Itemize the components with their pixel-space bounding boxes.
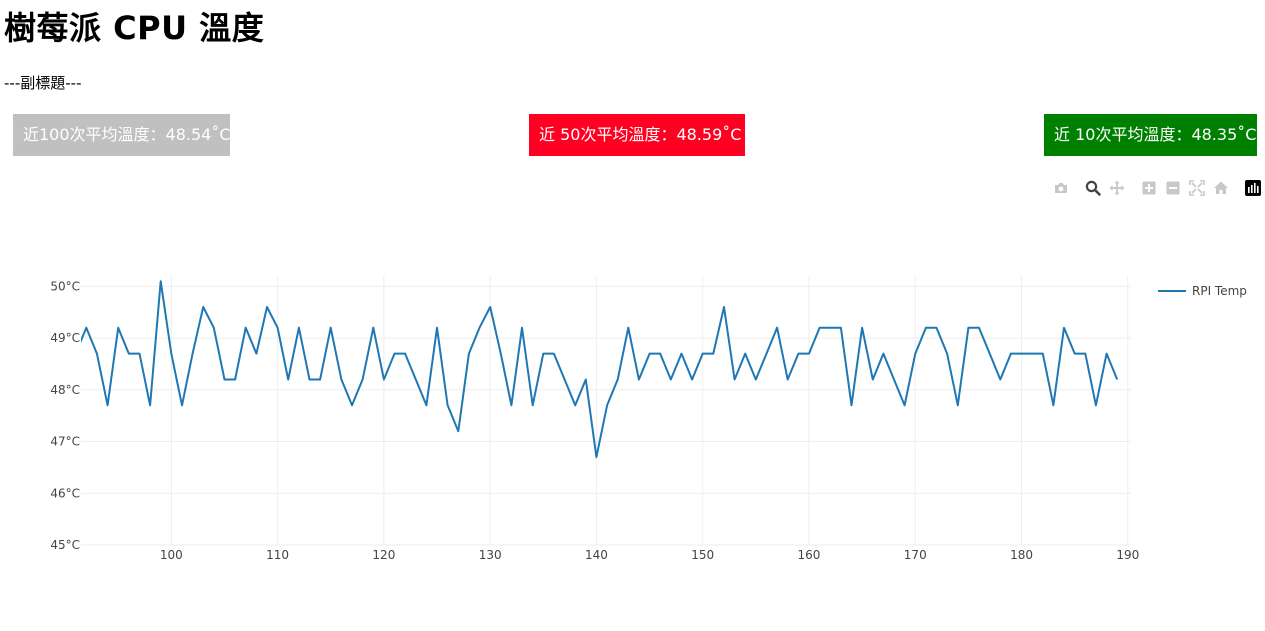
reset-axes-icon[interactable] xyxy=(1212,179,1230,197)
x-tick-label: 110 xyxy=(266,548,289,562)
y-tick-label: 45°C xyxy=(50,538,80,552)
zoom-icon[interactable] xyxy=(1084,179,1102,197)
zoom-out-icon[interactable] xyxy=(1164,179,1182,197)
x-tick-label: 100 xyxy=(160,548,183,562)
chart-legend[interactable]: RPI Temp xyxy=(1158,284,1247,298)
x-tick-label: 180 xyxy=(1010,548,1033,562)
y-tick-label: 47°C xyxy=(50,435,80,449)
camera-icon[interactable] xyxy=(1052,179,1070,197)
plotly-logo-icon[interactable] xyxy=(1244,179,1262,197)
avg-100-badge: 近100次平均溫度：48.54˚C xyxy=(13,114,231,156)
avg-50-badge: 近 50次平均溫度：48.59˚C xyxy=(529,114,745,156)
zoom-in-icon[interactable] xyxy=(1140,179,1158,197)
x-tick-label: 150 xyxy=(691,548,714,562)
x-tick-label: 120 xyxy=(372,548,395,562)
pan-icon[interactable] xyxy=(1108,179,1126,197)
y-tick-label: 50°C xyxy=(50,279,80,293)
page-subtitle: ---副標題--- xyxy=(4,74,82,92)
x-tick-label: 190 xyxy=(1116,548,1139,562)
autoscale-icon[interactable] xyxy=(1188,179,1206,197)
temperature-chart: 100 110 120 130 140 150 160 170 180 190 45°C 46°C 47… xyxy=(50,276,1247,562)
x-tick-label: 140 xyxy=(585,548,608,562)
page-title: 樹莓派 CPU 溫度 xyxy=(4,9,265,47)
y-tick-label: 49°C xyxy=(50,331,80,345)
y-tick-label: 46°C xyxy=(50,486,80,500)
x-tick-label: 160 xyxy=(798,548,821,562)
x-tick-label: 130 xyxy=(479,548,502,562)
avg-10-badge: 近 10次平均溫度：48.35˚C xyxy=(1044,114,1257,156)
x-tick-label: 170 xyxy=(904,548,927,562)
legend-label: RPI Temp xyxy=(1192,284,1247,298)
axis-ticks: 100 110 120 130 140 150 160 170 180 190 45°C 46°C 47… xyxy=(50,279,1139,562)
chart-modebar xyxy=(1048,179,1264,199)
y-tick-label: 48°C xyxy=(50,383,80,397)
